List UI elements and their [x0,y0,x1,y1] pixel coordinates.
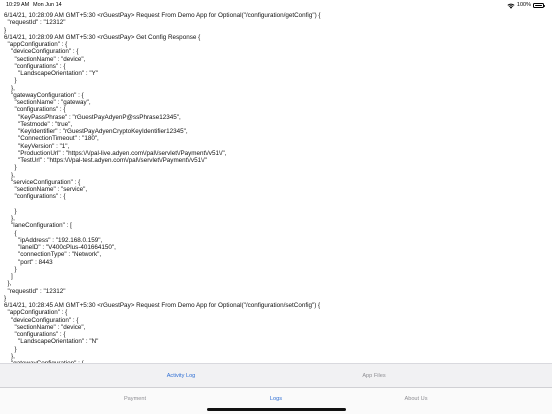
segment-app-files[interactable]: App Files [314,364,434,388]
status-time: 10:29 AM [6,2,30,8]
battery-icon [533,3,545,8]
log-text: 6/14/21, 10:28:09 AM GMT+5:30 <rGuestPay… [4,12,321,363]
segment-activity-log[interactable]: Activity Log [121,364,241,388]
wifi-icon [507,3,515,9]
status-bar: 10:29 AM Mon Jun 14 100% [0,0,552,11]
status-date: Mon Jun 14 [33,2,62,8]
segment-bar: Activity Log App Files [0,363,552,387]
activity-log-view[interactable]: 6/14/21, 10:28:09 AM GMT+5:30 <rGuestPay… [0,11,552,363]
home-indicator [207,408,346,411]
tab-about-us[interactable]: About Us [376,394,456,404]
tab-logs[interactable]: Logs [236,394,316,404]
tab-payment[interactable]: Payment [95,394,175,404]
status-right: 100% [507,0,545,11]
battery-percentage: 100% [516,2,531,8]
